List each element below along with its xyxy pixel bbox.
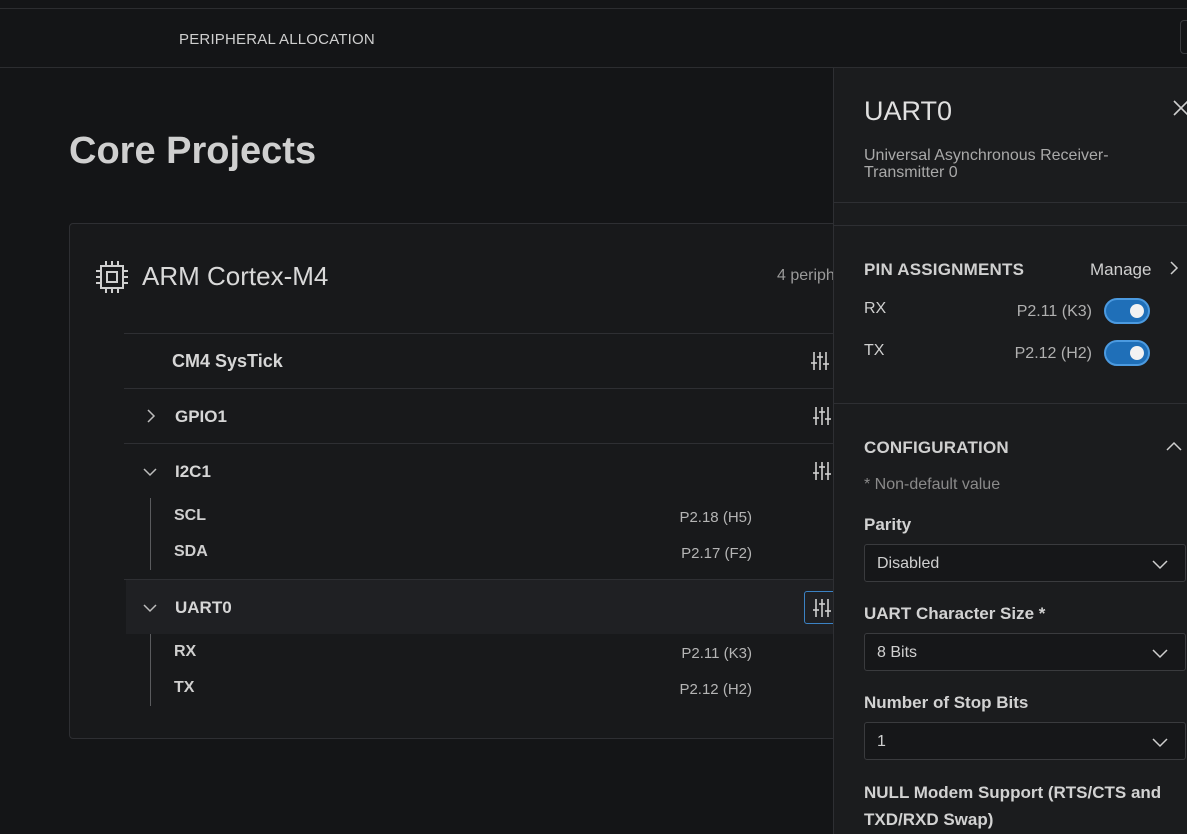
select-value: 1 bbox=[877, 733, 886, 750]
pin-assignment-value: P2.12 (H2) bbox=[1014, 345, 1092, 362]
top-strip bbox=[0, 0, 1187, 8]
settings-sliders-icon[interactable] bbox=[811, 597, 833, 619]
parity-select[interactable]: Disabled bbox=[864, 544, 1186, 582]
pin-name: SDA bbox=[174, 543, 208, 560]
pin-value: P2.12 (H2) bbox=[679, 681, 752, 698]
divider bbox=[834, 225, 1187, 226]
chevron-down-icon bbox=[1152, 649, 1168, 659]
tx-pin-toggle[interactable] bbox=[1104, 340, 1150, 366]
settings-sliders-icon[interactable] bbox=[811, 405, 833, 427]
pin-value: P2.11 (K3) bbox=[681, 645, 752, 662]
close-icon[interactable] bbox=[1172, 99, 1187, 117]
panel-title: UART0 bbox=[864, 96, 953, 126]
panel-subtitle: Universal Asynchronous Receiver-Transmit… bbox=[864, 147, 1109, 181]
header-bar: PERIPHERAL ALLOCATION bbox=[0, 8, 1187, 68]
toggle-knob bbox=[1130, 304, 1144, 318]
pin-value: P2.17 (F2) bbox=[681, 545, 752, 562]
row-divider bbox=[124, 579, 833, 580]
divider bbox=[834, 202, 1187, 203]
chevron-up-icon[interactable] bbox=[1166, 439, 1182, 455]
chevron-down-icon[interactable] bbox=[143, 601, 157, 615]
peripheral-label: GPIO1 bbox=[175, 407, 227, 426]
rx-pin-toggle[interactable] bbox=[1104, 298, 1150, 324]
chevron-right-icon[interactable] bbox=[1167, 261, 1181, 275]
page-title: Core Projects bbox=[69, 130, 317, 172]
select-value: 8 Bits bbox=[877, 644, 918, 661]
peripheral-label: I2C1 bbox=[175, 462, 211, 481]
field-label: Number of Stop Bits bbox=[864, 693, 1029, 712]
chevron-down-icon bbox=[1152, 738, 1168, 748]
peripheral-row-i2c1[interactable] bbox=[124, 443, 833, 499]
nav-title[interactable]: PERIPHERAL ALLOCATION bbox=[179, 31, 375, 48]
peripheral-row-gpio1[interactable] bbox=[124, 388, 833, 444]
character-size-select[interactable]: 8 Bits bbox=[864, 633, 1186, 671]
field-label: Parity bbox=[864, 515, 912, 534]
null-modem-label: NULL Modem Support (RTS/CTS and TXD/RXD … bbox=[864, 783, 1162, 829]
pin-assignment-value: P2.11 (K3) bbox=[1016, 303, 1092, 320]
pin-value: P2.18 (H5) bbox=[679, 509, 752, 526]
non-default-note: * Non-default value bbox=[864, 476, 1001, 493]
settings-sliders-icon[interactable] bbox=[809, 350, 831, 372]
pin-tree-line bbox=[150, 634, 151, 706]
chevron-right-icon[interactable] bbox=[144, 409, 158, 423]
pin-name: SCL bbox=[174, 507, 206, 524]
select-value: Disabled bbox=[877, 555, 940, 572]
manage-link[interactable]: Manage bbox=[1090, 260, 1151, 280]
chevron-down-icon bbox=[1152, 560, 1168, 570]
peripheral-label: UART0 bbox=[175, 598, 232, 617]
detail-panel: UART0 Universal Asynchronous Receiver-Tr… bbox=[833, 68, 1187, 834]
stop-bits-select[interactable]: 1 bbox=[864, 722, 1186, 760]
pin-assignments-heading: PIN ASSIGNMENTS bbox=[864, 260, 1025, 279]
pin-assignment-name: TX bbox=[864, 342, 885, 359]
peripheral-count: 4 periph bbox=[777, 267, 835, 284]
pin-tree-line bbox=[150, 498, 151, 570]
peripheral-label: CM4 SysTick bbox=[172, 351, 283, 371]
core-name: ARM Cortex-M4 bbox=[142, 261, 329, 291]
chevron-down-icon[interactable] bbox=[143, 465, 157, 479]
pin-name: TX bbox=[174, 679, 195, 696]
chip-icon bbox=[96, 261, 128, 293]
peripheral-row-uart0[interactable] bbox=[126, 580, 833, 634]
toggle-knob bbox=[1130, 346, 1144, 360]
pin-assignment-name: RX bbox=[864, 300, 887, 317]
settings-sliders-icon[interactable] bbox=[811, 460, 833, 482]
header-action-button[interactable] bbox=[1180, 20, 1187, 54]
pin-name: RX bbox=[174, 643, 197, 660]
configuration-heading: CONFIGURATION bbox=[864, 438, 1009, 457]
field-label: UART Character Size * bbox=[864, 604, 1046, 623]
divider bbox=[834, 403, 1187, 404]
